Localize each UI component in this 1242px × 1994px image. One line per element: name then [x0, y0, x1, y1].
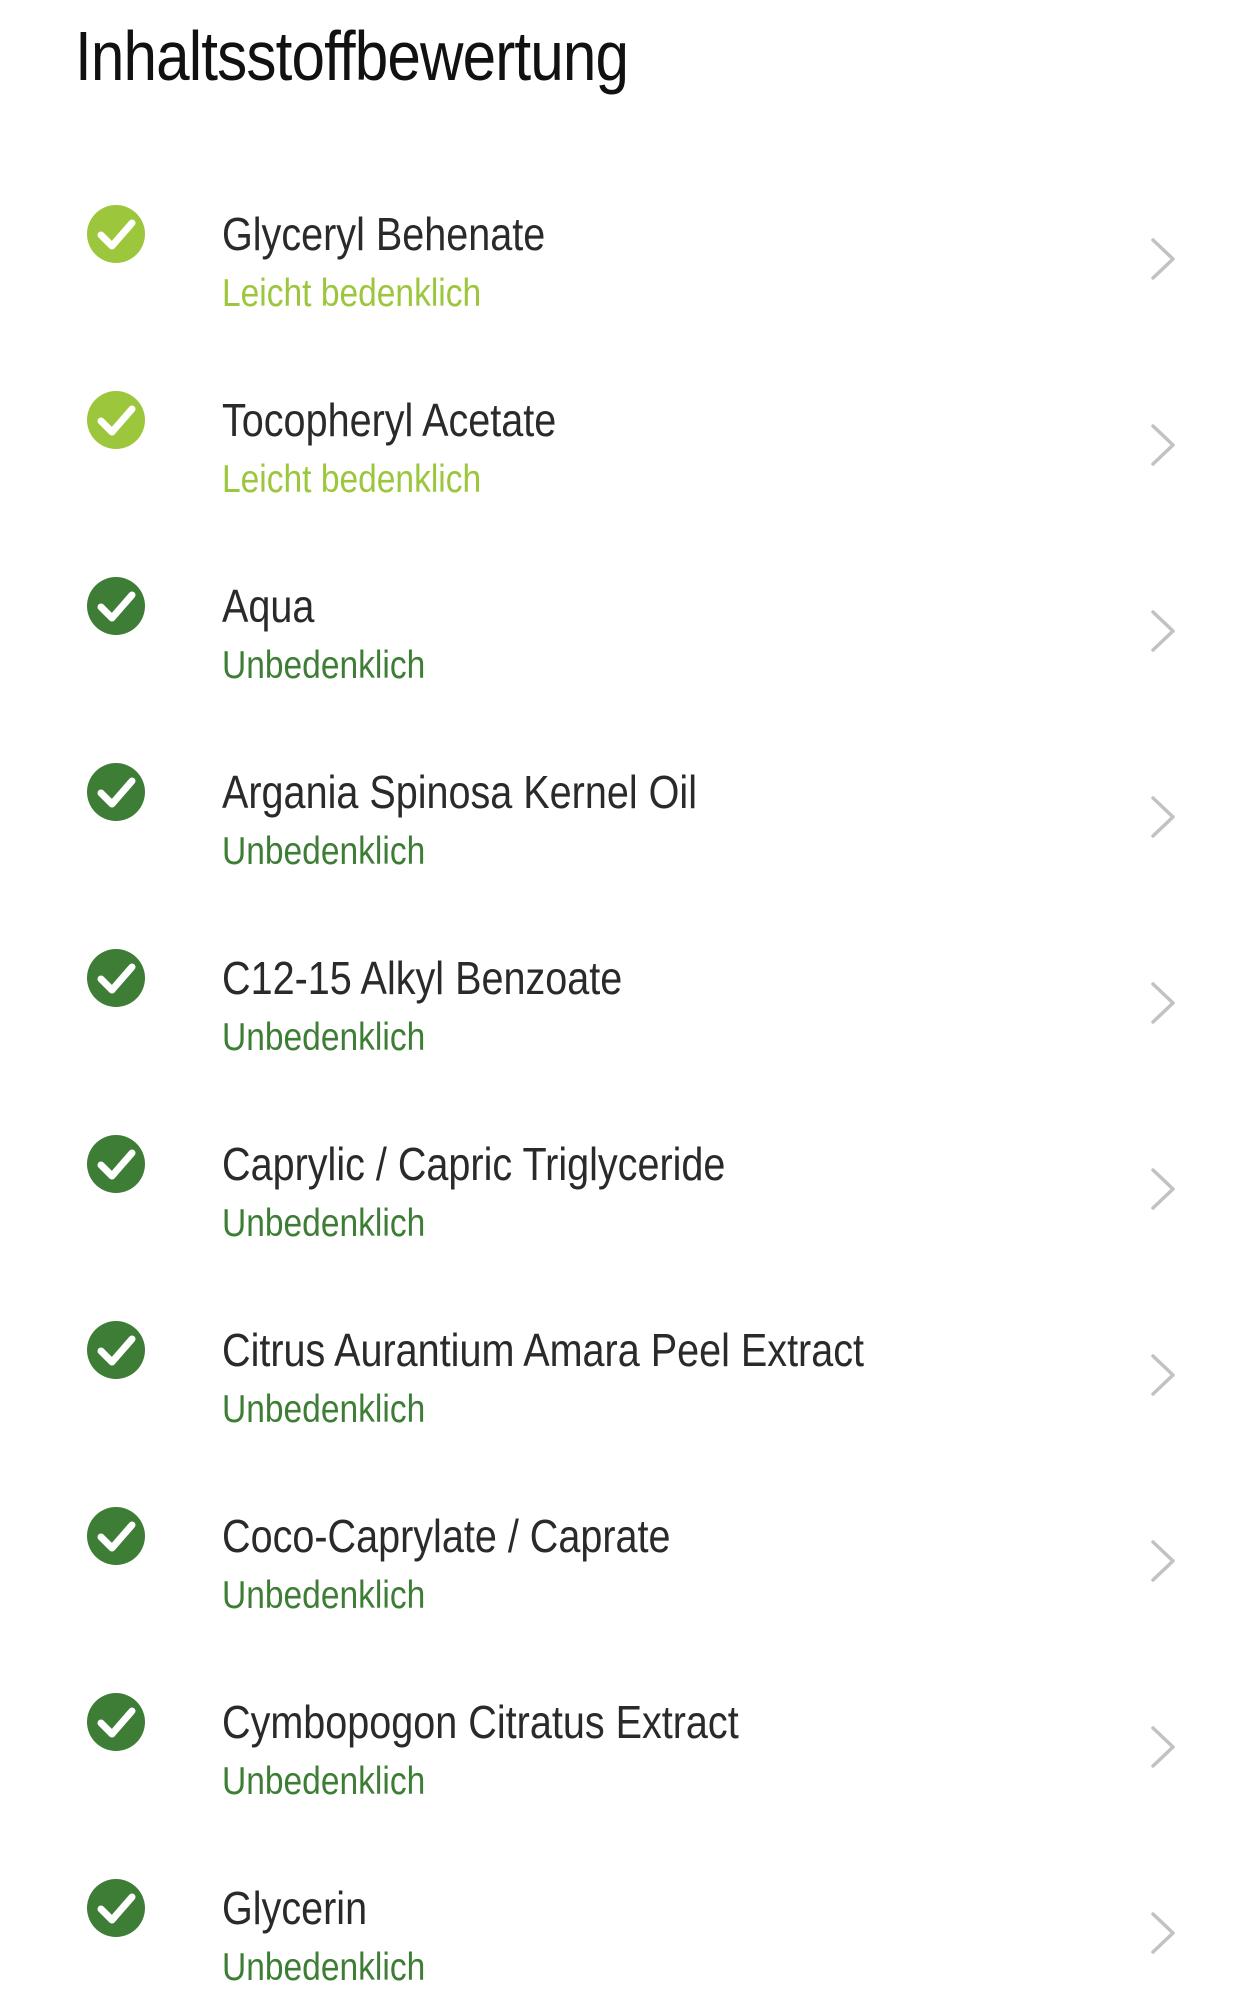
check-circle-icon — [86, 1878, 146, 1938]
check-circle-icon — [86, 1692, 146, 1752]
ingredient-row[interactable]: Glycerin Unbedenklich — [0, 1844, 1242, 1994]
chevron-right-icon — [1148, 422, 1178, 468]
check-circle-icon — [86, 1506, 146, 1566]
ingredient-rating: Unbedenklich — [222, 1388, 426, 1431]
ingredient-row[interactable]: Cymbopogon Citratus Extract Unbedenklich — [0, 1658, 1242, 1844]
ingredient-name: Tocopheryl Acetate — [222, 394, 557, 446]
chevron-right-icon — [1148, 608, 1178, 654]
ingredient-rating: Unbedenklich — [222, 1946, 426, 1989]
ingredient-rating-page: Inhaltsstoffbewertung Glyceryl Behenate … — [0, 0, 1242, 1994]
ingredient-name: Citrus Aurantium Amara Peel Extract — [222, 1324, 865, 1376]
ingredient-list: Glyceryl Behenate Leicht bedenklich Toco… — [0, 170, 1242, 1994]
ingredient-row[interactable]: Caprylic / Capric Triglyceride Unbedenkl… — [0, 1100, 1242, 1286]
check-circle-icon — [86, 1134, 146, 1194]
ingredient-name: Coco-Caprylate / Caprate — [222, 1510, 671, 1562]
chevron-right-icon — [1148, 1724, 1178, 1770]
chevron-right-icon — [1148, 236, 1178, 282]
ingredient-name: Argania Spinosa Kernel Oil — [222, 766, 698, 818]
ingredient-name: Aqua — [222, 580, 315, 632]
check-circle-icon — [86, 390, 146, 450]
ingredient-name: Glyceryl Behenate — [222, 208, 546, 260]
chevron-right-icon — [1148, 1538, 1178, 1584]
check-circle-icon — [86, 762, 146, 822]
ingredient-row[interactable]: Glyceryl Behenate Leicht bedenklich — [0, 170, 1242, 356]
ingredient-rating: Unbedenklich — [222, 830, 426, 873]
ingredient-row[interactable]: Coco-Caprylate / Caprate Unbedenklich — [0, 1472, 1242, 1658]
ingredient-name: C12-15 Alkyl Benzoate — [222, 952, 623, 1004]
ingredient-rating: Leicht bedenklich — [222, 272, 482, 315]
ingredient-row[interactable]: Tocopheryl Acetate Leicht bedenklich — [0, 356, 1242, 542]
check-circle-icon — [86, 204, 146, 264]
ingredient-rating: Unbedenklich — [222, 1016, 426, 1059]
ingredient-name: Caprylic / Capric Triglyceride — [222, 1138, 726, 1190]
chevron-right-icon — [1148, 1910, 1178, 1956]
check-circle-icon — [86, 1320, 146, 1380]
check-circle-icon — [86, 576, 146, 636]
ingredient-row[interactable]: Argania Spinosa Kernel Oil Unbedenklich — [0, 728, 1242, 914]
ingredient-row[interactable]: Aqua Unbedenklich — [0, 542, 1242, 728]
ingredient-name: Glycerin — [222, 1882, 368, 1934]
ingredient-rating: Unbedenklich — [222, 1202, 426, 1245]
ingredient-rating: Unbedenklich — [222, 644, 426, 687]
page-title: Inhaltsstoffbewertung — [75, 17, 629, 95]
ingredient-rating: Unbedenklich — [222, 1574, 426, 1617]
chevron-right-icon — [1148, 794, 1178, 840]
chevron-right-icon — [1148, 1166, 1178, 1212]
ingredient-name: Cymbopogon Citratus Extract — [222, 1696, 739, 1748]
ingredient-rating: Unbedenklich — [222, 1760, 426, 1803]
ingredient-rating: Leicht bedenklich — [222, 458, 482, 501]
chevron-right-icon — [1148, 980, 1178, 1026]
check-circle-icon — [86, 948, 146, 1008]
chevron-right-icon — [1148, 1352, 1178, 1398]
ingredient-row[interactable]: Citrus Aurantium Amara Peel Extract Unbe… — [0, 1286, 1242, 1472]
ingredient-row[interactable]: C12-15 Alkyl Benzoate Unbedenklich — [0, 914, 1242, 1100]
